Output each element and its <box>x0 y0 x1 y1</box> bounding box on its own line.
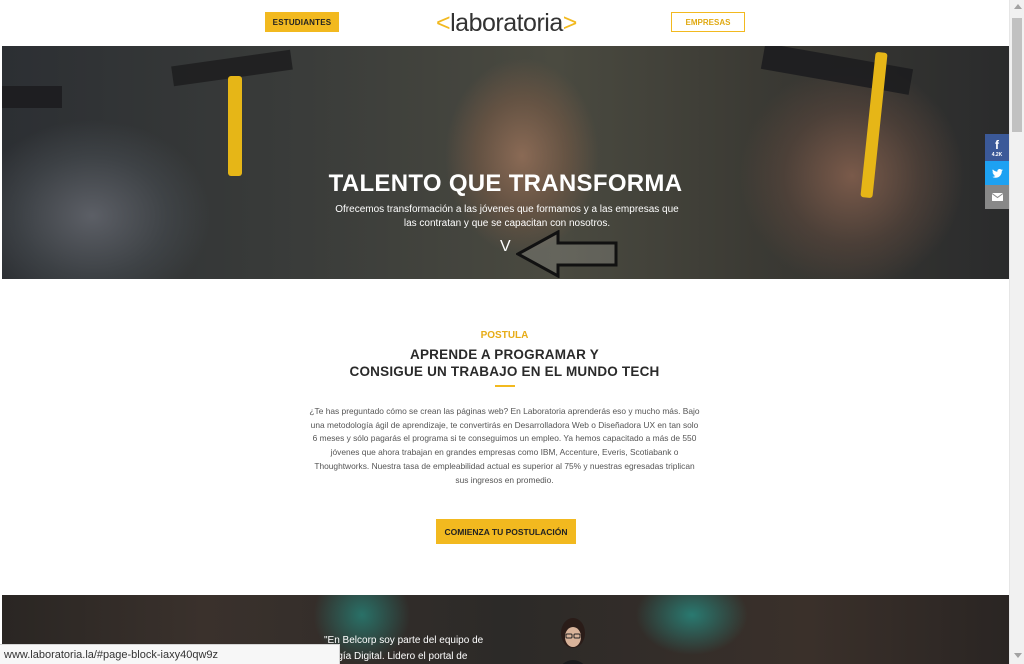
hero-subtitle-line: Ofrecemos transformación a las jóvenes q… <box>335 204 679 215</box>
logo-bracket-close: > <box>562 8 578 37</box>
companies-button[interactable]: EMPRESAS <box>671 12 745 32</box>
scroll-down-chevron-icon[interactable]: V <box>500 238 511 256</box>
section-eyebrow: POSTULA <box>480 330 529 341</box>
browser-status-bar: www.laboratoria.la/#page-block-iaxy40qw9… <box>0 644 340 664</box>
hero-subtitle-line: las contratan y que se capacitan con nos… <box>403 218 611 229</box>
start-application-button[interactable]: COMIENZA TU POSTULACIÓN <box>436 519 576 544</box>
tassel-shape <box>228 76 242 176</box>
scroll-down-arrow-icon[interactable] <box>1014 653 1022 658</box>
students-button[interactable]: ESTUDIANTES <box>265 12 339 32</box>
email-icon <box>991 193 1003 201</box>
hero-subtitle: Ofrecemos transformación a las jóvenes q… <box>312 203 702 231</box>
logo-text: laboratoria <box>450 8 563 37</box>
logo-bracket-open: < <box>436 8 451 37</box>
quote-line: "En Belcorp soy parte del equipo de <box>324 635 484 646</box>
email-share-button[interactable] <box>985 185 1009 209</box>
social-share-bar: f 4.2K <box>985 134 1009 209</box>
vertical-scrollbar[interactable] <box>1009 0 1024 664</box>
page: ESTUDIANTES < laboratoria > EMPRESAS TAL… <box>0 0 1024 664</box>
section-headline: APRENDE A PROGRAMAR Y CONSIGUE UN TRABAJ… <box>0 346 1009 380</box>
headline-underline <box>495 385 515 387</box>
testimonial-quote: "En Belcorp soy parte del equipo de olog… <box>324 633 514 664</box>
scroll-up-arrow-icon[interactable] <box>1014 4 1022 9</box>
scrollbar-thumb[interactable] <box>1012 18 1022 132</box>
graduation-cap-shape <box>2 86 62 108</box>
facebook-icon: f <box>995 137 999 152</box>
hero-title: TALENTO QUE TRANSFORMA <box>328 170 683 197</box>
facebook-share-count: 4.2K <box>991 151 1003 158</box>
section-paragraph: ¿Te has preguntado cómo se crean las pág… <box>309 406 700 485</box>
laboratoria-logo[interactable]: < laboratoria > <box>436 8 577 38</box>
graduation-cap-shape <box>760 46 914 95</box>
left-arrow-annotation-icon <box>516 230 618 278</box>
headline-line: APRENDE A PROGRAMAR Y <box>410 347 599 362</box>
facebook-share-button[interactable]: f 4.2K <box>985 134 1009 161</box>
hero-banner: TALENTO QUE TRANSFORMA Ofrecemos transfo… <box>2 46 1009 279</box>
site-header: ESTUDIANTES < laboratoria > EMPRESAS <box>0 0 1009 46</box>
twitter-share-button[interactable] <box>985 161 1009 185</box>
twitter-icon <box>991 168 1003 178</box>
person-photo <box>561 618 585 664</box>
headline-line: CONSIGUE UN TRABAJO EN EL MUNDO TECH <box>349 364 660 379</box>
quote-line: ología Digital. Lidero el portal de <box>324 651 468 662</box>
